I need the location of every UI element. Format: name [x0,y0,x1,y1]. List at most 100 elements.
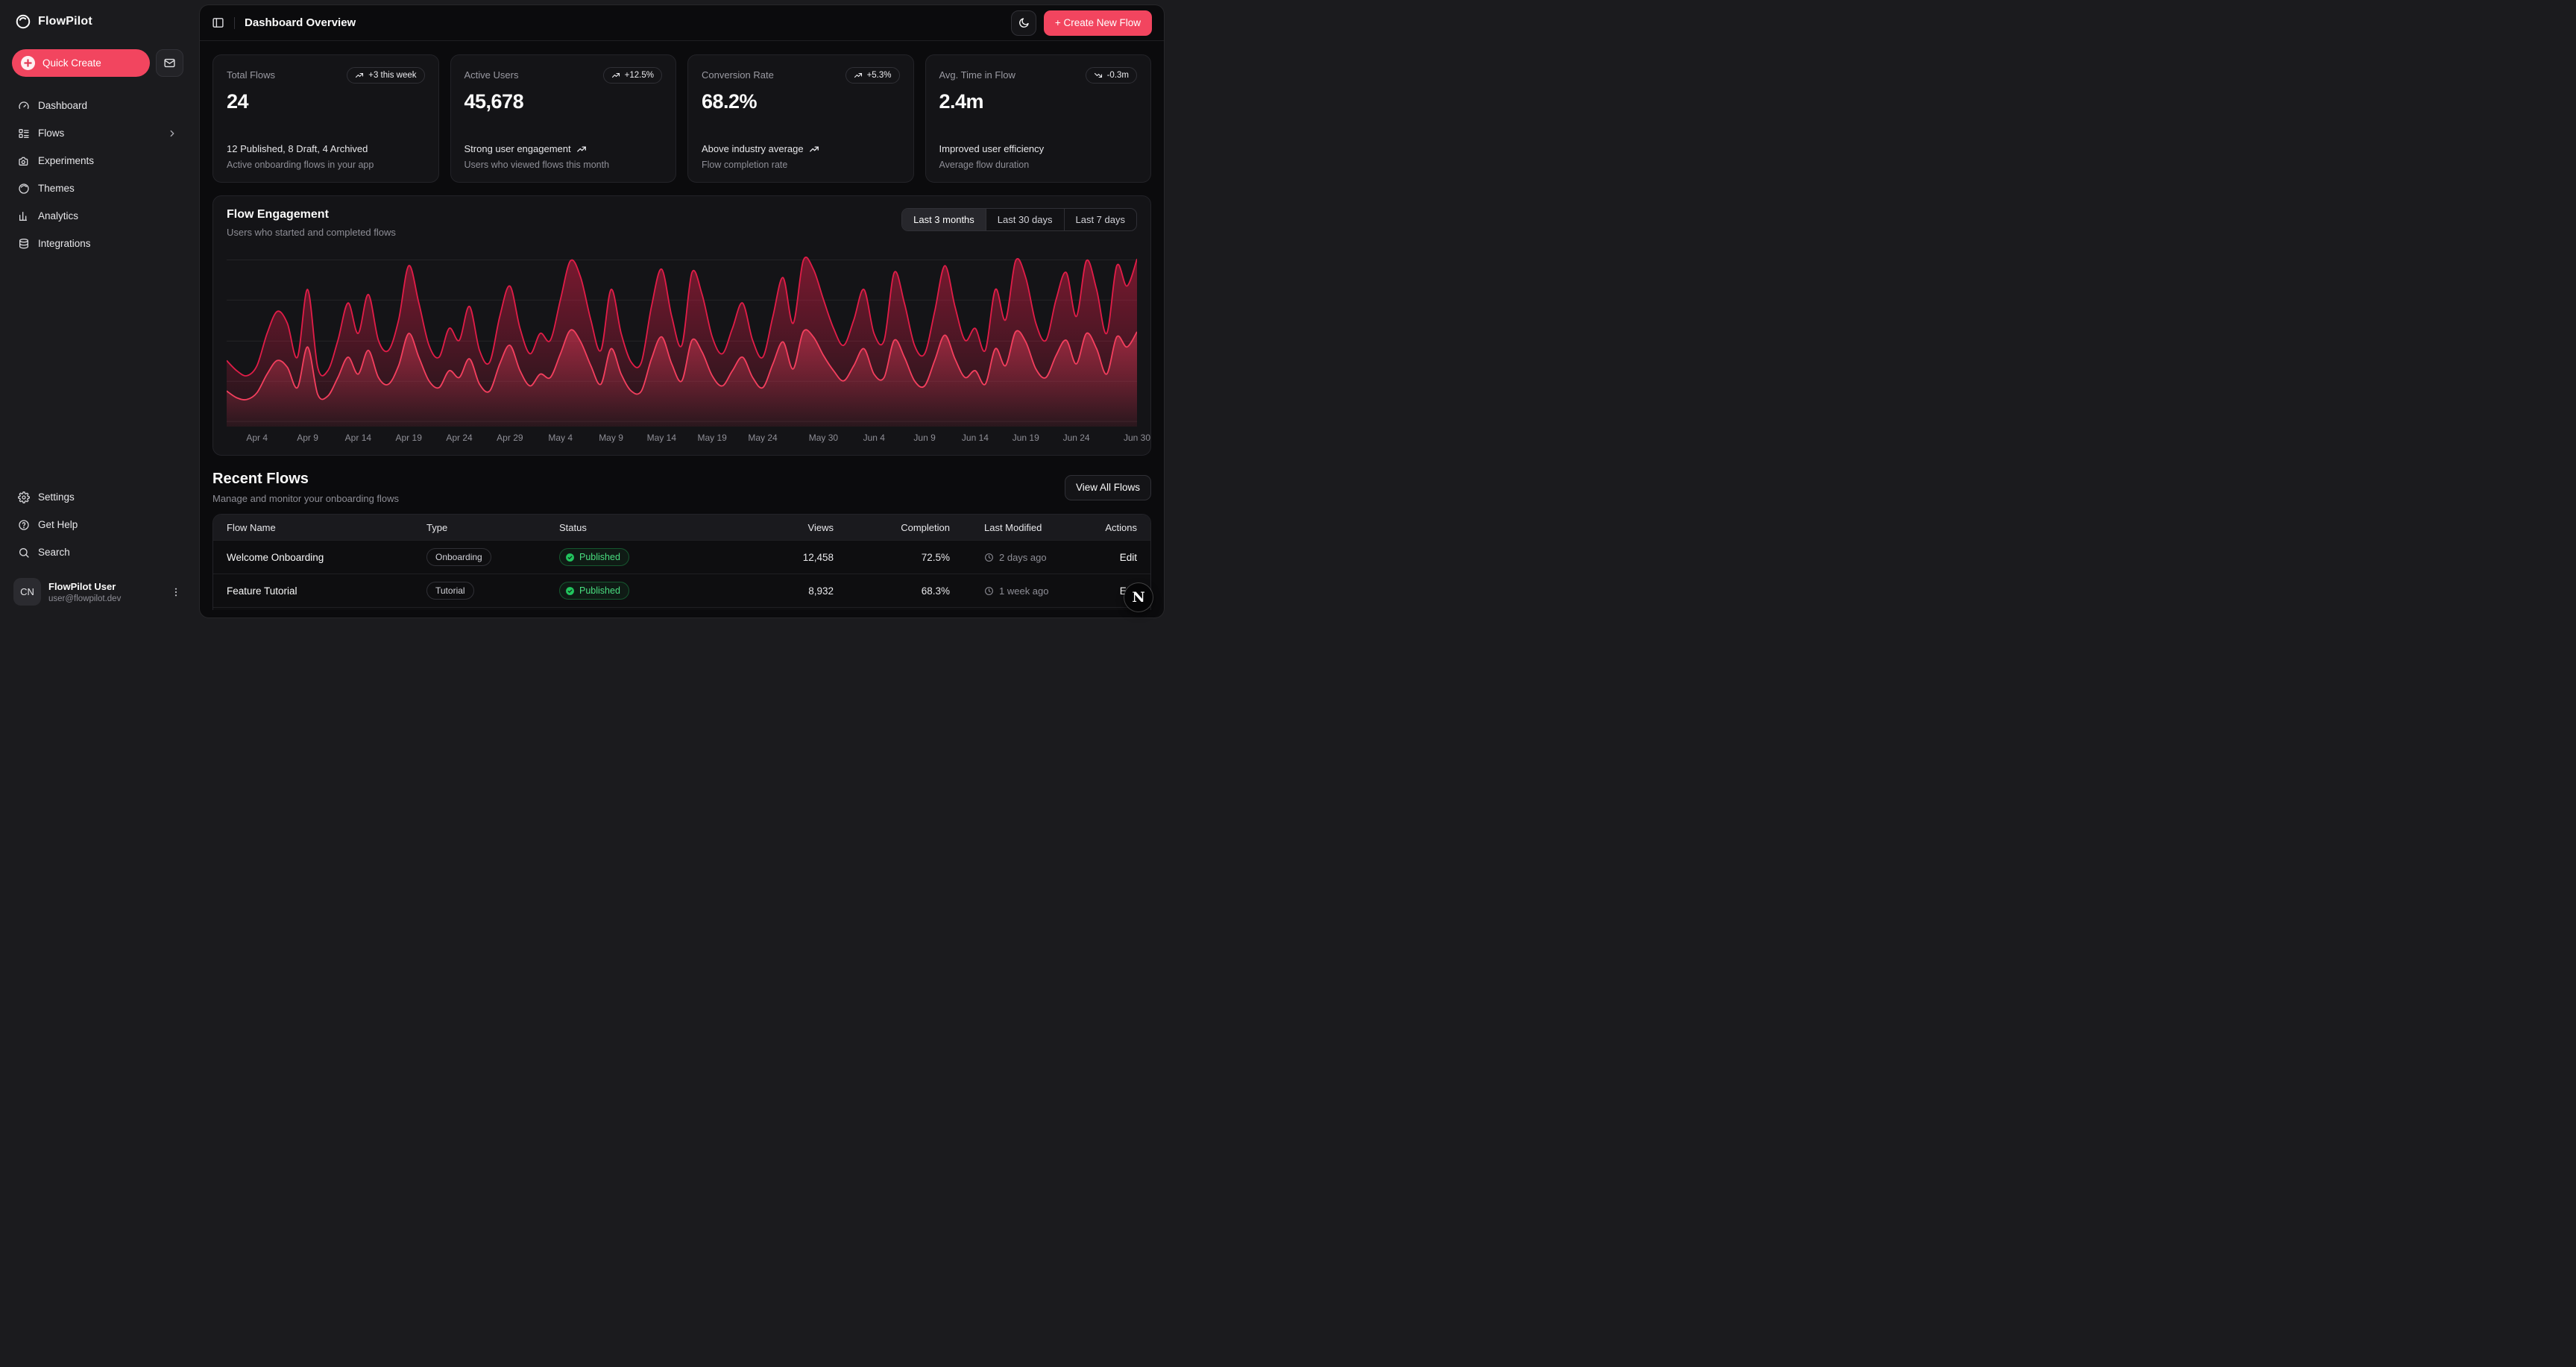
x-tick-label: Jun 9 [913,433,935,443]
stat-badge: +3 this week [347,67,424,84]
stat-cards: Total Flows +3 this week 24 12 Published… [212,54,1151,183]
sidebar-item-get-help[interactable]: Get Help [12,512,183,537]
app-title: FlowPilot [38,15,92,28]
trending-up-icon [809,144,819,154]
views-value: 8,932 [747,585,834,597]
chevron-right-icon [167,128,177,139]
stat-line1: Above industry average [702,143,804,154]
logo-row: FlowPilot [12,13,183,30]
create-new-flow-button[interactable]: + Create New Flow [1044,10,1152,36]
x-axis-ticks: Apr 4Apr 9Apr 14Apr 19Apr 24Apr 29May 4M… [227,431,1137,446]
kebab-menu-icon[interactable] [170,586,182,598]
user-menu[interactable]: CN FlowPilot User user@flowpilot.dev [12,575,183,609]
sidebar-item-label: Analytics [38,210,78,221]
camera-icon [18,155,30,167]
x-tick-label: May 30 [809,433,838,443]
nextjs-dev-badge[interactable]: N [1124,583,1153,612]
col-last-modified: Last Modified [950,522,1083,533]
col-completion: Completion [834,522,950,533]
time-range-segmented-control: Last 3 months Last 30 days Last 7 days [901,208,1137,231]
table-row[interactable]: Feature Tutorial Tutorial Published 8,93… [213,573,1150,607]
col-actions: Actions [1083,522,1137,533]
theme-toggle-button[interactable] [1011,10,1036,36]
stat-label: Avg. Time in Flow [939,67,1015,81]
plus-circle-icon [21,56,35,70]
area-chart-svg [227,245,1137,427]
last-modified-value: 2 days ago [950,552,1083,563]
stat-value: 45,678 [465,90,663,113]
gauge-icon [18,100,30,112]
sidebar-item-label: Themes [38,183,75,194]
user-email: user@flowpilot.dev [48,594,121,603]
panel-left-icon[interactable] [212,16,224,29]
x-tick-label: Jun 30 [1124,433,1150,443]
bar-chart-icon [18,210,30,222]
stat-card-total-flows: Total Flows +3 this week 24 12 Published… [212,54,439,183]
stat-value: 24 [227,90,425,113]
topbar-divider [234,17,235,29]
view-all-flows-button[interactable]: View All Flows [1065,475,1151,500]
sidebar-item-label: Flows [38,128,64,139]
stat-card-active-users: Active Users +12.5% 45,678 Strong user e… [450,54,677,183]
sidebar-footer-nav: Settings Get Help Search [12,485,183,565]
col-views: Views [747,522,834,533]
sidebar-item-integrations[interactable]: Integrations [12,231,183,256]
sidebar-item-label: Dashboard [38,100,87,111]
theme-sphere-icon [18,183,30,195]
x-tick-label: Jun 14 [962,433,989,443]
x-tick-label: Apr 14 [345,433,371,443]
recent-flows-header: Recent Flows Manage and monitor your onb… [212,471,1151,504]
mail-button[interactable] [156,49,183,77]
completion-value: 72.5% [834,552,950,563]
sidebar-item-label: Search [38,547,70,558]
x-tick-label: Apr 9 [297,433,318,443]
sidebar-item-experiments[interactable]: Experiments [12,148,183,173]
check-circle-icon [565,553,575,562]
recent-flows-title: Recent Flows [212,471,399,488]
stat-line1: Strong user engagement [465,143,571,154]
stat-label: Active Users [465,67,519,81]
chart-title: Flow Engagement [227,208,396,221]
range-last-30-days[interactable]: Last 30 days [986,209,1064,230]
dashboard-content: Total Flows +3 this week 24 12 Published… [200,41,1164,617]
completion-value: 68.3% [834,585,950,597]
range-last-7-days[interactable]: Last 7 days [1064,209,1137,230]
stat-badge: +12.5% [603,67,662,84]
sidebar-item-settings[interactable]: Settings [12,485,183,509]
type-badge: Onboarding [426,548,491,566]
stat-value: 68.2% [702,90,900,113]
sidebar-nav: Dashboard Flows Experiments Themes [12,93,183,256]
sidebar-item-label: Get Help [38,519,78,530]
sidebar-item-themes[interactable]: Themes [12,176,183,201]
quick-create-label: Quick Create [42,57,101,69]
type-badge: Tutorial [426,582,474,600]
col-flow-name: Flow Name [227,522,426,533]
sidebar-item-dashboard[interactable]: Dashboard [12,93,183,118]
stat-line2: Average flow duration [939,160,1138,170]
flow-engagement-card: Flow Engagement Users who started and co… [212,195,1151,456]
user-name: FlowPilot User [48,581,121,592]
sidebar-item-label: Experiments [38,155,94,166]
clock-icon [984,586,994,596]
sidebar-item-analytics[interactable]: Analytics [12,204,183,228]
moon-icon [1018,17,1030,29]
stat-line2: Active onboarding flows in your app [227,160,425,170]
stat-label: Conversion Rate [702,67,774,81]
database-icon [18,238,30,250]
avatar: CN [13,578,41,606]
edit-button[interactable]: Edit [1083,552,1137,563]
sidebar-item-search[interactable]: Search [12,540,183,565]
flow-name: Welcome Onboarding [227,552,426,563]
quick-create-button[interactable]: Quick Create [12,49,150,77]
clock-icon [984,553,994,562]
range-last-3-months[interactable]: Last 3 months [902,209,986,230]
stat-value: 2.4m [939,90,1138,113]
x-tick-label: Apr 19 [396,433,422,443]
sidebar-item-flows[interactable]: Flows [12,121,183,145]
trending-up-icon [576,144,587,154]
table-row[interactable]: Welcome Onboarding Onboarding Published … [213,540,1150,573]
trending-up-icon [611,71,620,80]
col-status: Status [559,522,747,533]
col-type: Type [426,522,559,533]
flow-name: Feature Tutorial [227,585,426,597]
